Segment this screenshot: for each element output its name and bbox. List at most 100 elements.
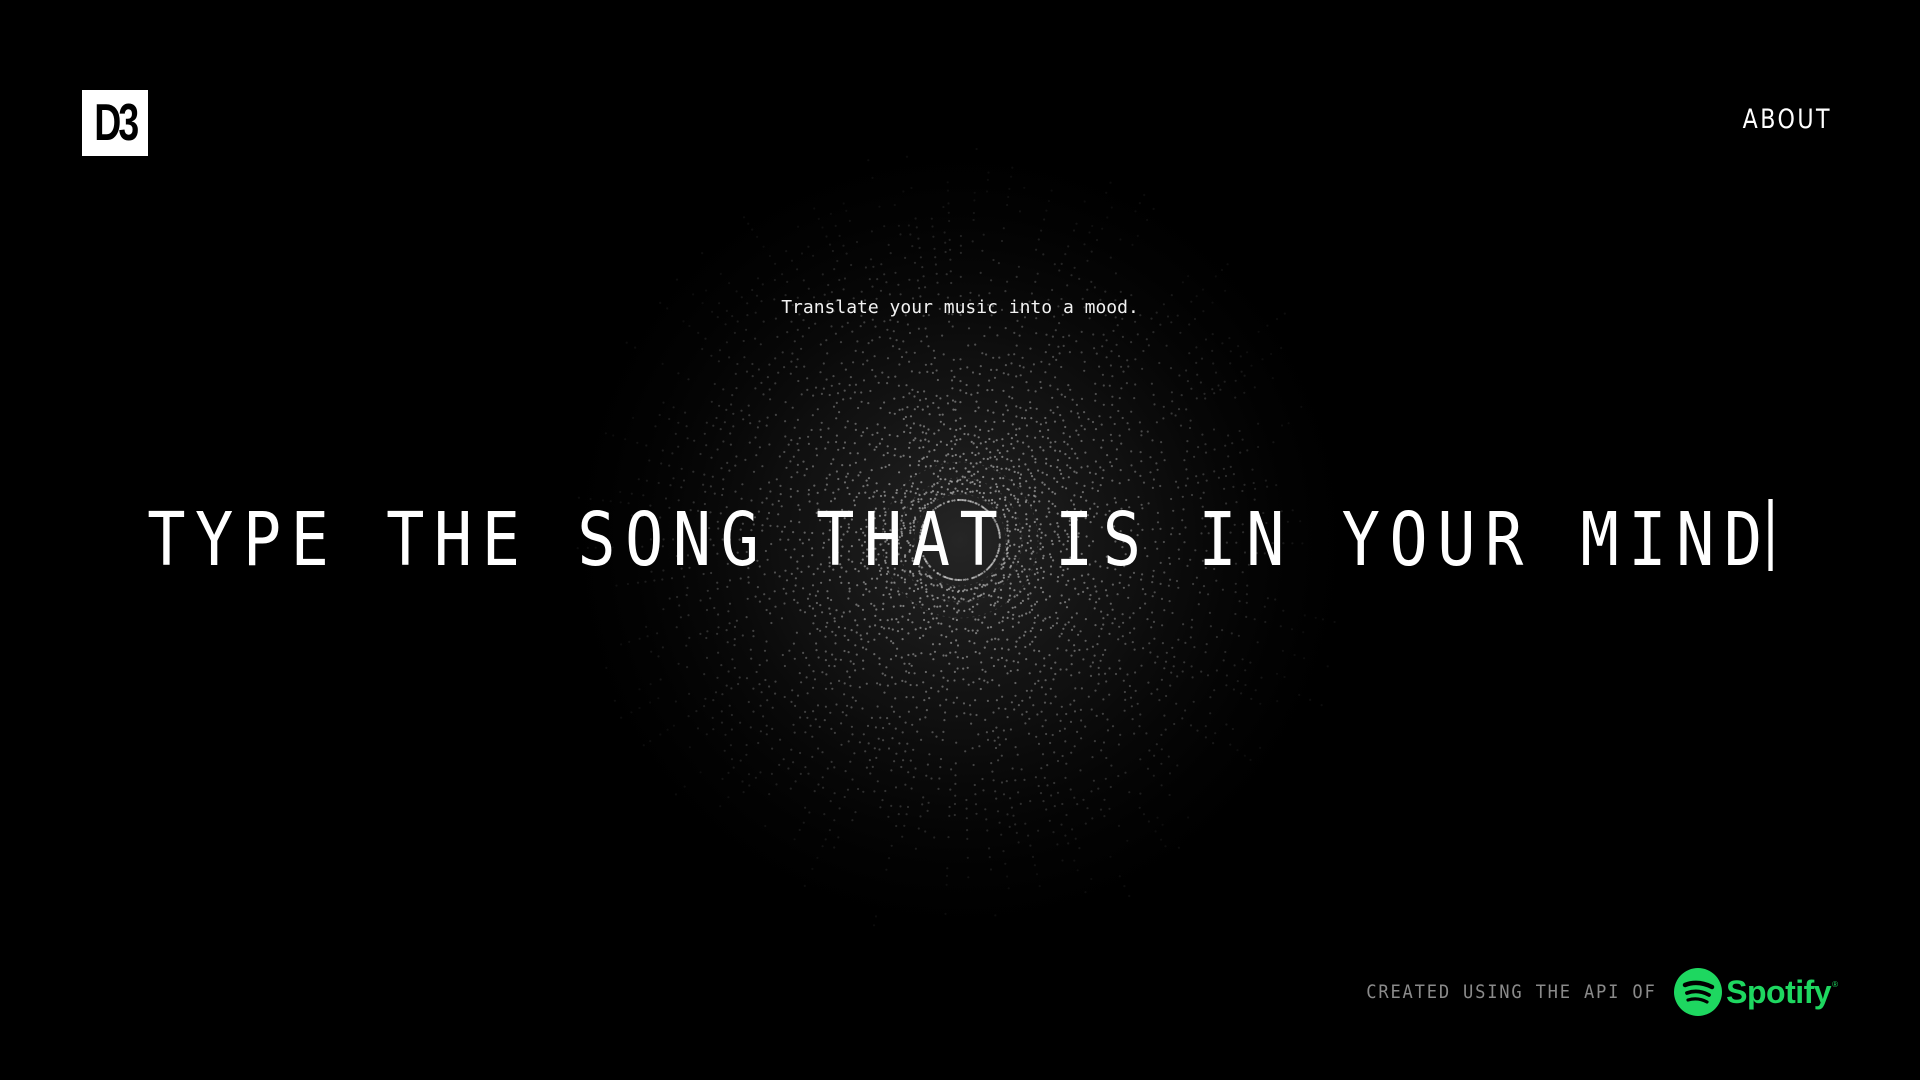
viz-dot <box>1108 667 1111 670</box>
viz-dot <box>1185 369 1188 372</box>
viz-dot <box>1018 364 1022 367</box>
viz-dot <box>1027 445 1030 448</box>
viz-dot <box>1011 617 1014 620</box>
song-input[interactable]: TYPE THE SONG THAT IS IN YOUR MIND <box>0 495 1920 585</box>
viz-dot <box>1033 490 1036 493</box>
viz-dot <box>1164 660 1168 663</box>
viz-dot <box>735 455 738 458</box>
viz-dot <box>974 425 978 428</box>
viz-dot <box>831 653 834 656</box>
viz-dot <box>1033 603 1037 606</box>
viz-dot <box>1116 324 1119 327</box>
viz-dot <box>1203 392 1206 395</box>
viz-dot <box>832 491 835 494</box>
d3-logo[interactable]: D3 <box>82 90 148 156</box>
viz-dot <box>959 478 962 481</box>
viz-dot <box>962 667 965 670</box>
viz-dot <box>907 618 910 622</box>
viz-dot <box>1078 671 1081 674</box>
viz-dot <box>638 637 641 640</box>
viz-dot <box>1040 686 1043 689</box>
viz-dot <box>845 252 848 255</box>
viz-dot <box>1169 367 1173 370</box>
viz-dot <box>1101 227 1104 230</box>
viz-dot <box>1174 480 1178 483</box>
viz-dot <box>1156 468 1159 471</box>
viz-dot <box>1090 790 1093 793</box>
spotify-logo-link[interactable]: Spotify ® <box>1674 968 1838 1016</box>
viz-dot <box>807 326 811 330</box>
viz-dot <box>919 626 922 630</box>
viz-dot <box>925 690 928 693</box>
viz-dot <box>705 656 709 660</box>
viz-dot <box>992 465 995 468</box>
viz-dot <box>796 358 799 361</box>
viz-dot <box>1050 189 1053 192</box>
viz-dot <box>1031 455 1034 458</box>
viz-dot <box>1118 482 1121 485</box>
viz-dot <box>847 740 850 743</box>
viz-dot <box>1006 409 1009 412</box>
viz-dot <box>862 659 865 662</box>
viz-dot <box>995 439 998 442</box>
viz-dot <box>1060 393 1063 396</box>
viz-dot <box>1021 416 1024 420</box>
viz-dot <box>1163 714 1166 717</box>
viz-dot <box>1022 452 1025 455</box>
viz-dot <box>761 465 764 468</box>
viz-dot <box>1000 467 1003 470</box>
viz-dot <box>1125 382 1128 385</box>
viz-dot <box>944 250 947 254</box>
viz-dot <box>791 689 794 692</box>
viz-dot <box>1109 433 1112 436</box>
viz-dot <box>834 634 837 637</box>
viz-dot <box>1041 481 1044 484</box>
viz-dot <box>749 648 752 651</box>
viz-dot <box>734 490 737 493</box>
viz-dot <box>1010 806 1014 809</box>
viz-dot <box>955 438 958 442</box>
viz-dot <box>974 586 977 590</box>
viz-dot <box>1154 830 1157 833</box>
viz-dot <box>917 237 920 240</box>
viz-dot <box>843 481 847 484</box>
viz-dot <box>1059 414 1062 417</box>
viz-dot <box>706 589 709 592</box>
viz-dot <box>1084 618 1087 621</box>
about-link[interactable]: ABOUT <box>1743 104 1832 135</box>
viz-dot <box>1237 634 1240 637</box>
viz-dot <box>940 486 943 489</box>
viz-dot <box>918 460 921 463</box>
viz-dot <box>949 270 952 273</box>
viz-dot <box>1066 443 1069 446</box>
viz-dot <box>1064 834 1067 837</box>
viz-dot <box>1015 428 1018 431</box>
viz-dot <box>1031 608 1034 611</box>
viz-dot <box>1170 391 1173 394</box>
viz-dot <box>842 398 845 401</box>
viz-dot <box>914 628 917 631</box>
viz-dot <box>868 590 871 593</box>
viz-dot <box>894 697 897 700</box>
viz-dot <box>802 821 805 824</box>
viz-dot <box>1033 478 1036 481</box>
viz-dot <box>876 431 879 434</box>
viz-dot <box>1028 643 1032 646</box>
viz-dot <box>981 668 984 671</box>
viz-dot <box>1127 365 1130 368</box>
viz-dot <box>1040 586 1043 590</box>
viz-dot <box>760 381 763 384</box>
viz-dot <box>768 597 771 600</box>
viz-dot <box>931 731 934 734</box>
viz-dot <box>922 634 925 637</box>
viz-dot <box>1065 606 1069 609</box>
viz-dot <box>1005 780 1008 783</box>
viz-dot <box>645 444 648 447</box>
viz-dot <box>925 335 929 338</box>
viz-dot <box>804 806 807 809</box>
viz-dot <box>729 744 733 747</box>
viz-dot <box>1088 471 1092 474</box>
viz-dot <box>1130 410 1133 413</box>
viz-dot <box>688 692 691 696</box>
viz-dot <box>994 746 998 750</box>
